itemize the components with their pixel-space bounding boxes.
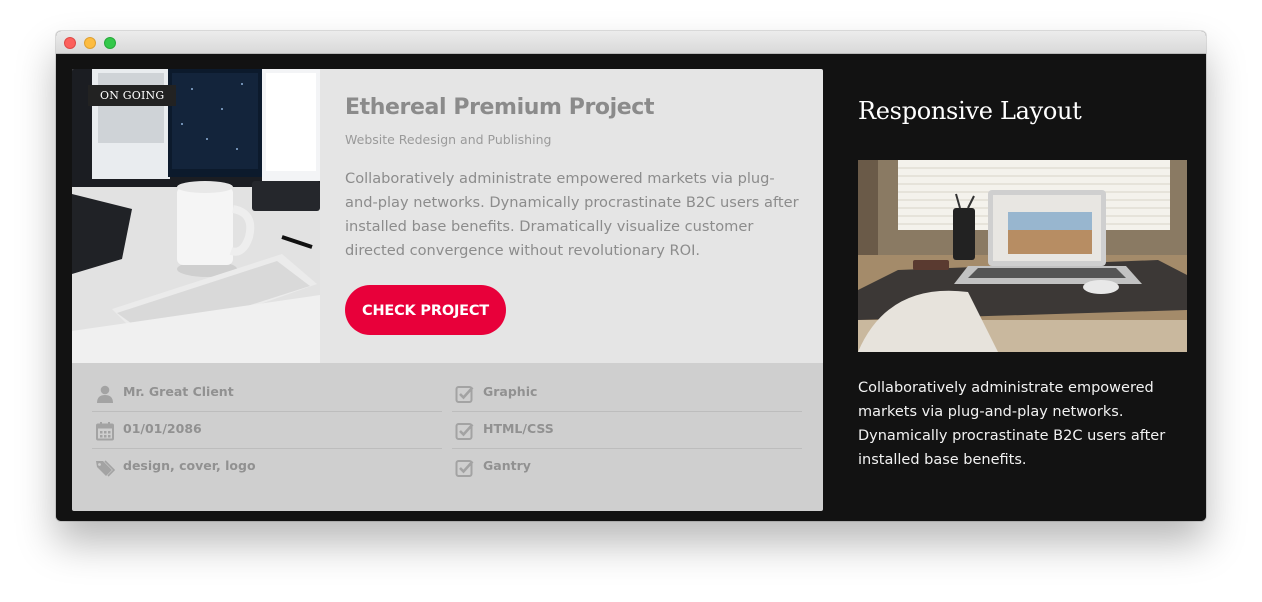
zoom-window-button[interactable]: [104, 37, 116, 49]
page-content: ON GOING Ethereal Premium Project Websit…: [56, 54, 1206, 521]
window-titlebar: [56, 31, 1206, 54]
check-square-icon: [455, 423, 474, 440]
meta-graphic-text: Graphic: [483, 384, 538, 399]
project-card-top: ON GOING Ethereal Premium Project Websit…: [72, 69, 823, 363]
status-badge: ON GOING: [88, 85, 177, 106]
calendar-icon: [96, 422, 114, 441]
browser-window: ON GOING Ethereal Premium Project Websit…: [56, 31, 1206, 521]
tags-icon: [96, 460, 115, 477]
meta-row-tags: design, cover, logo: [92, 449, 442, 486]
meta-client-text: Mr. Great Client: [123, 384, 234, 399]
close-window-button[interactable]: [64, 37, 76, 49]
meta-row-client: Mr. Great Client: [92, 375, 442, 412]
project-description: Collaboratively administrate empowered m…: [345, 170, 799, 259]
project-photo: ON GOING: [72, 69, 320, 363]
desk-mug-keyboard-image: [72, 69, 320, 363]
project-title: Ethereal Premium Project: [345, 95, 655, 120]
meta-row-gantry: Gantry: [452, 449, 802, 486]
meta-date-text: 01/01/2086: [123, 421, 202, 436]
project-meta: Mr. Great Client 01/01/2086 design, cove…: [72, 363, 823, 511]
project-subtitle: Website Redesign and Publishing: [345, 132, 552, 147]
meta-gantry-text: Gantry: [483, 458, 531, 473]
meta-row-htmlcss: HTML/CSS: [452, 412, 802, 449]
project-meta-left: Mr. Great Client 01/01/2086 design, cove…: [92, 375, 442, 486]
laptop-photo: [858, 160, 1187, 352]
project-meta-right: Graphic HTML/CSS Gantry: [452, 375, 802, 486]
laptop-desk-image: [858, 160, 1187, 352]
section-text: Collaboratively administrate empowered m…: [858, 380, 1166, 468]
meta-row-date: 01/01/2086: [92, 412, 442, 449]
user-icon: [97, 385, 113, 403]
project-card: ON GOING Ethereal Premium Project Websit…: [72, 69, 823, 511]
check-square-icon: [455, 386, 474, 403]
minimize-window-button[interactable]: [84, 37, 96, 49]
meta-row-graphic: Graphic: [452, 375, 802, 412]
meta-htmlcss-text: HTML/CSS: [483, 421, 554, 436]
section-title: Responsive Layout: [858, 97, 1082, 125]
meta-tags-text: design, cover, logo: [123, 458, 256, 473]
check-square-icon: [455, 460, 474, 477]
check-project-button[interactable]: CHECK PROJECT: [345, 285, 506, 335]
